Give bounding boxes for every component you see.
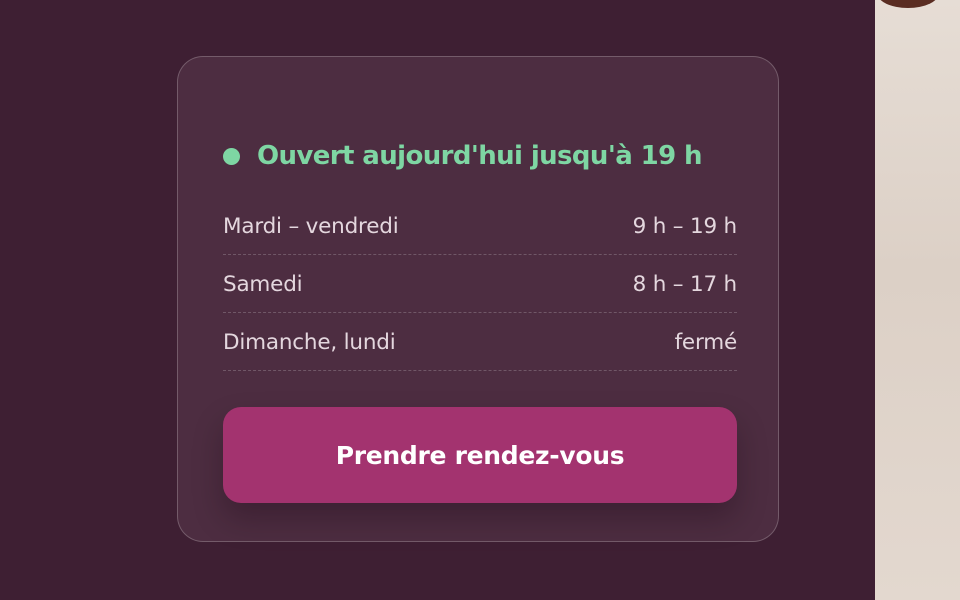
schedule-row: Samedi 8 h – 17 h bbox=[223, 255, 737, 313]
schedule-days: Samedi bbox=[223, 272, 303, 297]
schedule-hours: 9 h – 19 h bbox=[632, 214, 738, 239]
schedule-hours: 8 h – 17 h bbox=[632, 272, 738, 297]
schedule-list: Mardi – vendredi 9 h – 19 h Samedi 8 h –… bbox=[223, 197, 737, 371]
open-status: Ouvert aujourd'hui jusqu'à 19 h bbox=[223, 139, 737, 173]
open-status-dot-icon bbox=[223, 147, 240, 165]
schedule-days: Mardi – vendredi bbox=[223, 214, 399, 239]
photo-detail bbox=[877, 0, 939, 8]
side-photo bbox=[875, 0, 960, 600]
schedule-row: Dimanche, lundi fermé bbox=[223, 313, 737, 371]
opening-hours-card: Ouvert aujourd'hui jusqu'à 19 h Mardi – … bbox=[177, 56, 779, 542]
schedule-row: Mardi – vendredi 9 h – 19 h bbox=[223, 197, 737, 255]
schedule-days: Dimanche, lundi bbox=[223, 330, 396, 355]
open-status-text: Ouvert aujourd'hui jusqu'à 19 h bbox=[257, 141, 703, 171]
schedule-hours: fermé bbox=[674, 330, 738, 355]
book-appointment-button[interactable]: Prendre rendez-vous bbox=[223, 407, 737, 503]
